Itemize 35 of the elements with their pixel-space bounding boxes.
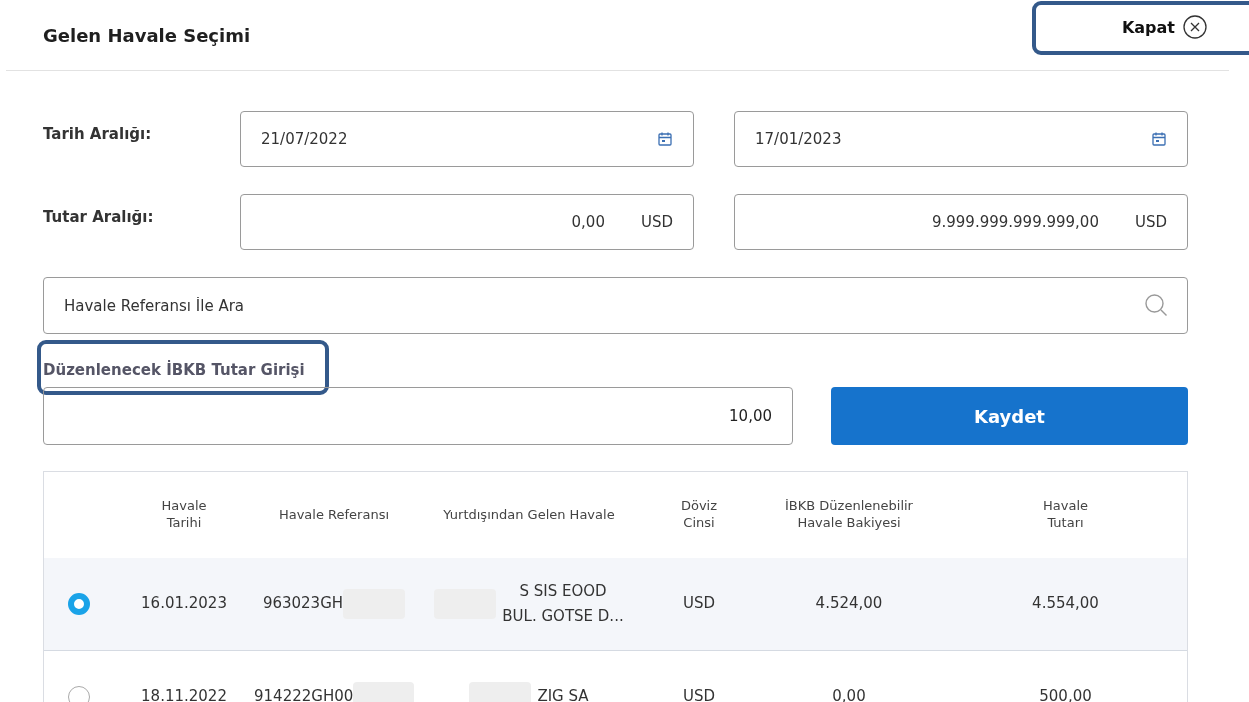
close-icon bbox=[1183, 15, 1207, 39]
column-header: İBKB Düzenlenebilir Havale Bakiyesi bbox=[784, 498, 914, 532]
table-cell-text: 4.524,00 bbox=[814, 593, 884, 615]
column-header: Havale Referansı bbox=[277, 506, 391, 524]
field-label: Tarih Aralığı: bbox=[43, 125, 153, 143]
table-cell-text: 963023GH bbox=[262, 593, 344, 615]
radio-button[interactable] bbox=[68, 686, 90, 702]
dialog-title: Gelen Havale Seçimi bbox=[43, 24, 251, 46]
amount-field[interactable]: 0,00 USD bbox=[240, 194, 694, 250]
date-field[interactable]: 17/01/2023 bbox=[734, 111, 1188, 167]
table-cell-text: 914222GH00 bbox=[254, 686, 354, 702]
table-row[interactable]: 16.01.2023 963023GH S SIS EOOD BUL. GOTSE D... USD 4.524,00 4.554,00 bbox=[44, 558, 1187, 651]
table-cell-text: 4.554,00 bbox=[1031, 593, 1100, 615]
column-header: Yurtdışından Gelen Havale bbox=[442, 506, 616, 524]
calendar-icon[interactable] bbox=[657, 131, 673, 147]
column-header: Havale Tarihi bbox=[160, 498, 208, 532]
close-button[interactable]: Kapat bbox=[1121, 15, 1207, 39]
radio-button[interactable] bbox=[68, 593, 90, 615]
field-label: Düzenlenecek İBKB Tutar Girişi bbox=[43, 361, 305, 379]
amount-field[interactable]: 9.999.999.999.999,00 USD bbox=[734, 194, 1188, 250]
table-cell-text: USD bbox=[681, 686, 717, 702]
table-cell-text: S SIS EOOD BUL. GOTSE D... bbox=[502, 580, 624, 627]
date-field[interactable]: 21/07/2022 bbox=[240, 111, 694, 167]
save-button[interactable]: Kaydet bbox=[831, 387, 1188, 445]
table-cell-text: USD bbox=[681, 593, 717, 615]
search-icon bbox=[1144, 293, 1168, 317]
table-cell-text: 18.11.2022 bbox=[140, 686, 228, 702]
search-field[interactable]: Havale Referansı İle Ara bbox=[43, 277, 1188, 334]
field-label: Tutar Aralığı: bbox=[43, 208, 155, 226]
calendar-icon[interactable] bbox=[1151, 131, 1167, 147]
table-cell-text: ZIG SA bbox=[537, 686, 589, 702]
column-header: Havale Tutarı bbox=[1042, 498, 1089, 532]
amount-field[interactable]: 10,00 bbox=[43, 387, 793, 445]
table-cell-text: 16.01.2023 bbox=[140, 593, 228, 615]
column-header: Döviz Cinsi bbox=[679, 498, 719, 532]
